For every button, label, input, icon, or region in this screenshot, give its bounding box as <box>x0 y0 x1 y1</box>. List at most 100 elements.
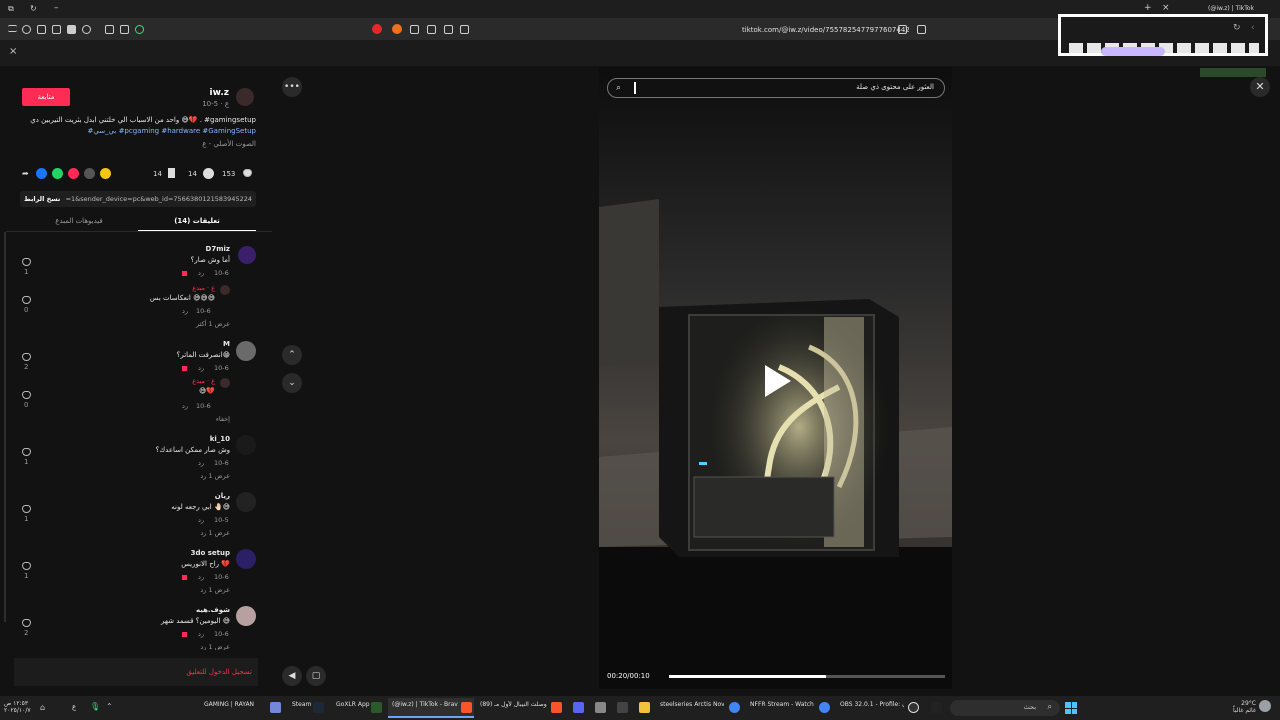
close-video-icon[interactable]: ✕ <box>1250 77 1270 97</box>
reply-link[interactable]: رد <box>198 459 204 467</box>
steam-icon[interactable] <box>313 702 324 713</box>
sidebar-icon[interactable] <box>67 25 76 34</box>
avatar[interactable] <box>238 246 256 264</box>
taskbar-item[interactable]: NFFR Stream - Watch Li <box>750 701 814 708</box>
hide-replies[interactable]: إخفاء <box>150 415 230 423</box>
mic-icon[interactable]: 🎙 <box>90 702 100 711</box>
author-username[interactable]: iw.z <box>195 88 229 98</box>
comment-like-icon[interactable] <box>22 258 31 266</box>
post-hashtags[interactable]: #بي_سي #pcgaming #hardware #GamingSetup <box>20 127 256 135</box>
progress-track[interactable] <box>669 675 945 678</box>
music-icon[interactable] <box>82 25 91 34</box>
minimize-icon[interactable]: – <box>54 3 59 13</box>
reply-link[interactable]: رد <box>182 402 188 410</box>
app-icon[interactable] <box>573 702 584 713</box>
video-search-input[interactable]: ⌕ العثور على محتوى ذي صلة <box>607 78 945 98</box>
comment-username[interactable]: شوف.هيه <box>170 606 230 614</box>
sync-icon[interactable] <box>135 25 144 34</box>
puzzle-icon[interactable] <box>120 25 129 34</box>
share-icon[interactable]: ➦ <box>22 169 29 178</box>
reply-like-icon[interactable] <box>22 391 31 399</box>
comment-username[interactable]: D7miz <box>170 245 230 253</box>
shield-icon[interactable] <box>22 25 31 34</box>
emoji-share-icon[interactable] <box>100 168 111 179</box>
reply-link[interactable]: رد <box>198 269 204 277</box>
login-to-comment[interactable]: تسجيل الدخول للتعليق <box>150 668 252 676</box>
comment-like-icon[interactable] <box>22 619 31 627</box>
obs-icon[interactable] <box>908 702 919 713</box>
notification-icon[interactable]: ⌂ <box>40 703 45 712</box>
share-link[interactable]: =1&sender_device=pc&web_id=7566380121583… <box>64 195 252 203</box>
windows-start-icon[interactable] <box>1065 702 1077 714</box>
like-icon[interactable] <box>243 169 252 177</box>
next-video-icon[interactable]: ⌄ <box>282 373 302 393</box>
tools-icon[interactable] <box>427 25 436 34</box>
avatar[interactable] <box>220 378 230 388</box>
extension-icon[interactable] <box>37 25 46 34</box>
wallet-icon[interactable] <box>105 25 114 34</box>
url-text[interactable]: tiktok.com/@iw.z/video/75578254779776074… <box>742 26 910 34</box>
menu-icon[interactable] <box>8 25 17 32</box>
view-more-replies[interactable]: عرض 1 رد <box>150 472 230 480</box>
clock[interactable]: ١٢:٥٣ ص ٢٠٢٥/١٠/٧ <box>4 700 31 714</box>
app-icon[interactable] <box>931 702 942 713</box>
tab-creator-videos[interactable]: فيديوهات المبدع <box>20 217 138 225</box>
brave-icon[interactable] <box>461 702 472 713</box>
bookmark-icon[interactable] <box>917 25 926 34</box>
bookmark-post-icon[interactable] <box>168 168 175 178</box>
comment-username[interactable]: 3do setup <box>170 549 230 557</box>
reply-link[interactable]: رد <box>198 516 204 524</box>
app-icon[interactable] <box>617 702 628 713</box>
reload-icon[interactable]: ↻ <box>30 4 37 13</box>
folder-icon[interactable] <box>639 702 650 713</box>
goxlr-icon[interactable] <box>371 702 382 713</box>
cast-icon[interactable] <box>444 25 453 34</box>
brave-shield-icon[interactable] <box>372 24 382 34</box>
taskbar-item[interactable]: GAMING | RAYAN <box>204 701 254 708</box>
refresh-icon[interactable]: ↻ <box>1233 23 1241 33</box>
reply-link[interactable]: رد <box>198 630 204 638</box>
weather-widget[interactable]: 29°C غائم غالباً <box>1226 700 1256 714</box>
tab-comments[interactable]: تعليقات (14) <box>138 217 256 225</box>
translate-icon[interactable] <box>898 25 907 34</box>
chrome-icon[interactable] <box>819 702 830 713</box>
follow-button[interactable]: متابعة <box>22 88 70 106</box>
chrome-icon[interactable] <box>729 702 740 713</box>
reply-link[interactable]: رد <box>182 307 188 315</box>
comment-like-icon[interactable] <box>22 562 31 570</box>
brave-icon[interactable] <box>551 702 562 713</box>
avatar[interactable] <box>220 285 230 295</box>
taskbar-item[interactable]: OBS 32.0.1 - Profile: بدون <box>840 701 904 708</box>
whatsapp-icon[interactable] <box>52 168 63 179</box>
view-more-replies[interactable]: عرض 1 رد <box>150 643 230 650</box>
close-icon[interactable]: × <box>9 46 17 57</box>
comment-username[interactable]: M <box>170 340 230 348</box>
view-more-replies[interactable]: عرض 1 رد <box>150 586 230 594</box>
copy-link-button[interactable]: نسخ الرابط <box>24 195 60 203</box>
close-tab-icon[interactable]: × <box>1162 3 1170 13</box>
taskbar-item[interactable]: steelseries Arctis Nova 8 <box>660 701 724 708</box>
post-sound[interactable]: الصوت الأصلي - ع <box>150 140 256 148</box>
author-avatar[interactable] <box>236 88 254 106</box>
new-tab-icon[interactable]: + <box>1144 3 1152 13</box>
back-window-icon[interactable]: ⧉ <box>8 4 14 14</box>
comment-like-icon[interactable] <box>22 448 31 456</box>
play-icon[interactable] <box>765 365 791 397</box>
reply-link[interactable]: رد <box>198 364 204 372</box>
tab-search-icon[interactable] <box>410 25 419 34</box>
avatar[interactable] <box>236 492 256 512</box>
comment-username[interactable]: ريان <box>170 492 230 500</box>
avatar[interactable] <box>236 606 256 626</box>
view-more-replies[interactable]: عرض 1 رد <box>150 529 230 537</box>
facebook-icon[interactable] <box>36 168 47 179</box>
discord-icon[interactable] <box>270 702 281 713</box>
taskbar-item[interactable]: Steam <box>292 701 311 708</box>
reply-like-icon[interactable] <box>22 296 31 304</box>
taskbar-item[interactable]: وصلت النيبال لأول مـ (89) <box>480 701 548 708</box>
previous-video-icon[interactable]: ⌃ <box>282 345 302 365</box>
comments-scrollbar[interactable] <box>4 232 6 622</box>
avatar[interactable] <box>236 341 256 361</box>
comment-like-icon[interactable] <box>22 353 31 361</box>
avatar[interactable] <box>236 549 256 569</box>
comment-username[interactable]: ki_10 <box>170 435 230 443</box>
